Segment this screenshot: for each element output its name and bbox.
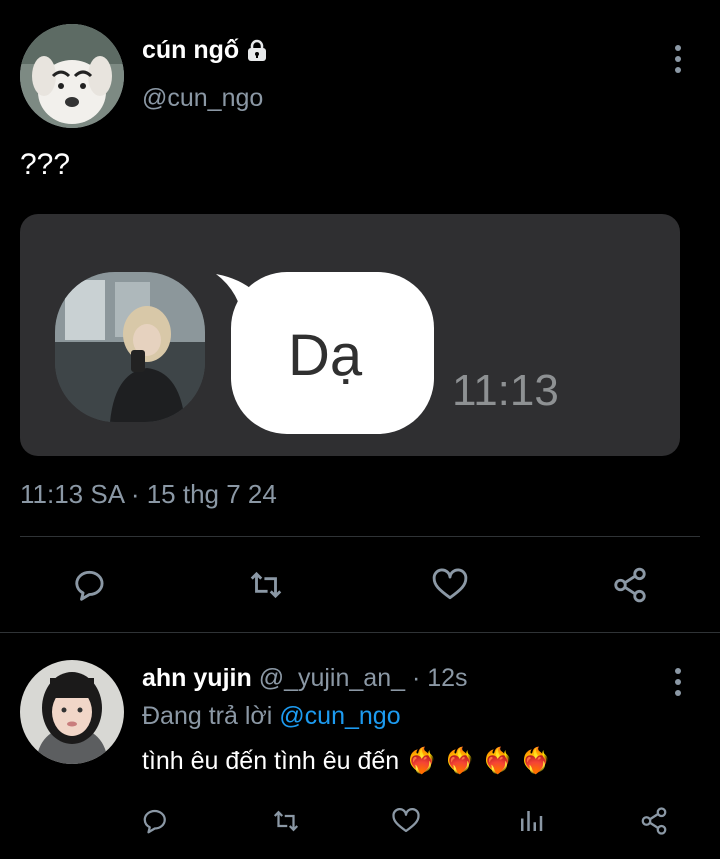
reply-views-icon[interactable] bbox=[516, 806, 546, 836]
retweet-icon[interactable] bbox=[246, 566, 286, 604]
reply-text-row: tình êu đến tình êu đến ❤️‍🔥 ❤️‍🔥 ❤️‍🔥 ❤… bbox=[142, 747, 551, 776]
divider-top bbox=[20, 536, 700, 537]
replying-to-label: Đang trả lời bbox=[142, 702, 273, 730]
reply-emoji: ❤️‍🔥 ❤️‍🔥 ❤️‍🔥 ❤️‍🔥 bbox=[406, 747, 552, 775]
tweet-media[interactable]: Dạ 11:13 bbox=[20, 214, 680, 456]
replying-to-link[interactable]: @cun_ngo bbox=[279, 702, 400, 730]
divider-bottom bbox=[0, 632, 720, 633]
reply-share-icon[interactable] bbox=[638, 806, 670, 836]
reply-author-avatar[interactable] bbox=[20, 660, 124, 764]
tweet-text: ??? bbox=[20, 148, 71, 181]
chat-bubble-tail bbox=[216, 274, 264, 324]
chat-bubble-text: Dạ bbox=[288, 323, 363, 388]
author-name-row: cún ngố bbox=[142, 36, 269, 65]
reply-author-handle[interactable]: @_yujin_an_ bbox=[259, 664, 405, 692]
reply-more-options-icon[interactable] bbox=[675, 668, 681, 701]
tweet-timestamp[interactable]: 11:13 SA · 15 thg 7 24 bbox=[20, 479, 277, 510]
reply-author-name[interactable]: ahn yujin bbox=[142, 664, 252, 692]
reply-age: · 12s bbox=[411, 664, 468, 692]
reply-reply-icon[interactable] bbox=[141, 806, 171, 836]
reply-icon[interactable] bbox=[72, 566, 110, 604]
share-icon[interactable] bbox=[610, 566, 650, 604]
reply-retweet-icon[interactable] bbox=[270, 806, 302, 836]
chat-photo-avatar bbox=[55, 272, 205, 422]
like-icon[interactable] bbox=[430, 566, 470, 604]
lock-icon bbox=[245, 39, 269, 63]
reply-like-icon[interactable] bbox=[390, 806, 422, 836]
reply-text: tình êu đến tình êu đến bbox=[142, 747, 400, 775]
author-avatar[interactable] bbox=[20, 24, 124, 128]
more-options-icon[interactable] bbox=[675, 45, 681, 78]
chat-bubble-time: 11:13 bbox=[452, 366, 559, 415]
dog-avatar-image bbox=[20, 24, 124, 128]
replying-to-row: Đang trả lời @cun_ngo bbox=[142, 702, 401, 731]
author-handle[interactable]: @cun_ngo bbox=[142, 84, 263, 113]
girl-avatar-image bbox=[20, 660, 124, 764]
reply-author-row: ahn yujin @_yujin_an_ · 12s bbox=[142, 664, 468, 693]
author-name[interactable]: cún ngố bbox=[142, 36, 239, 65]
